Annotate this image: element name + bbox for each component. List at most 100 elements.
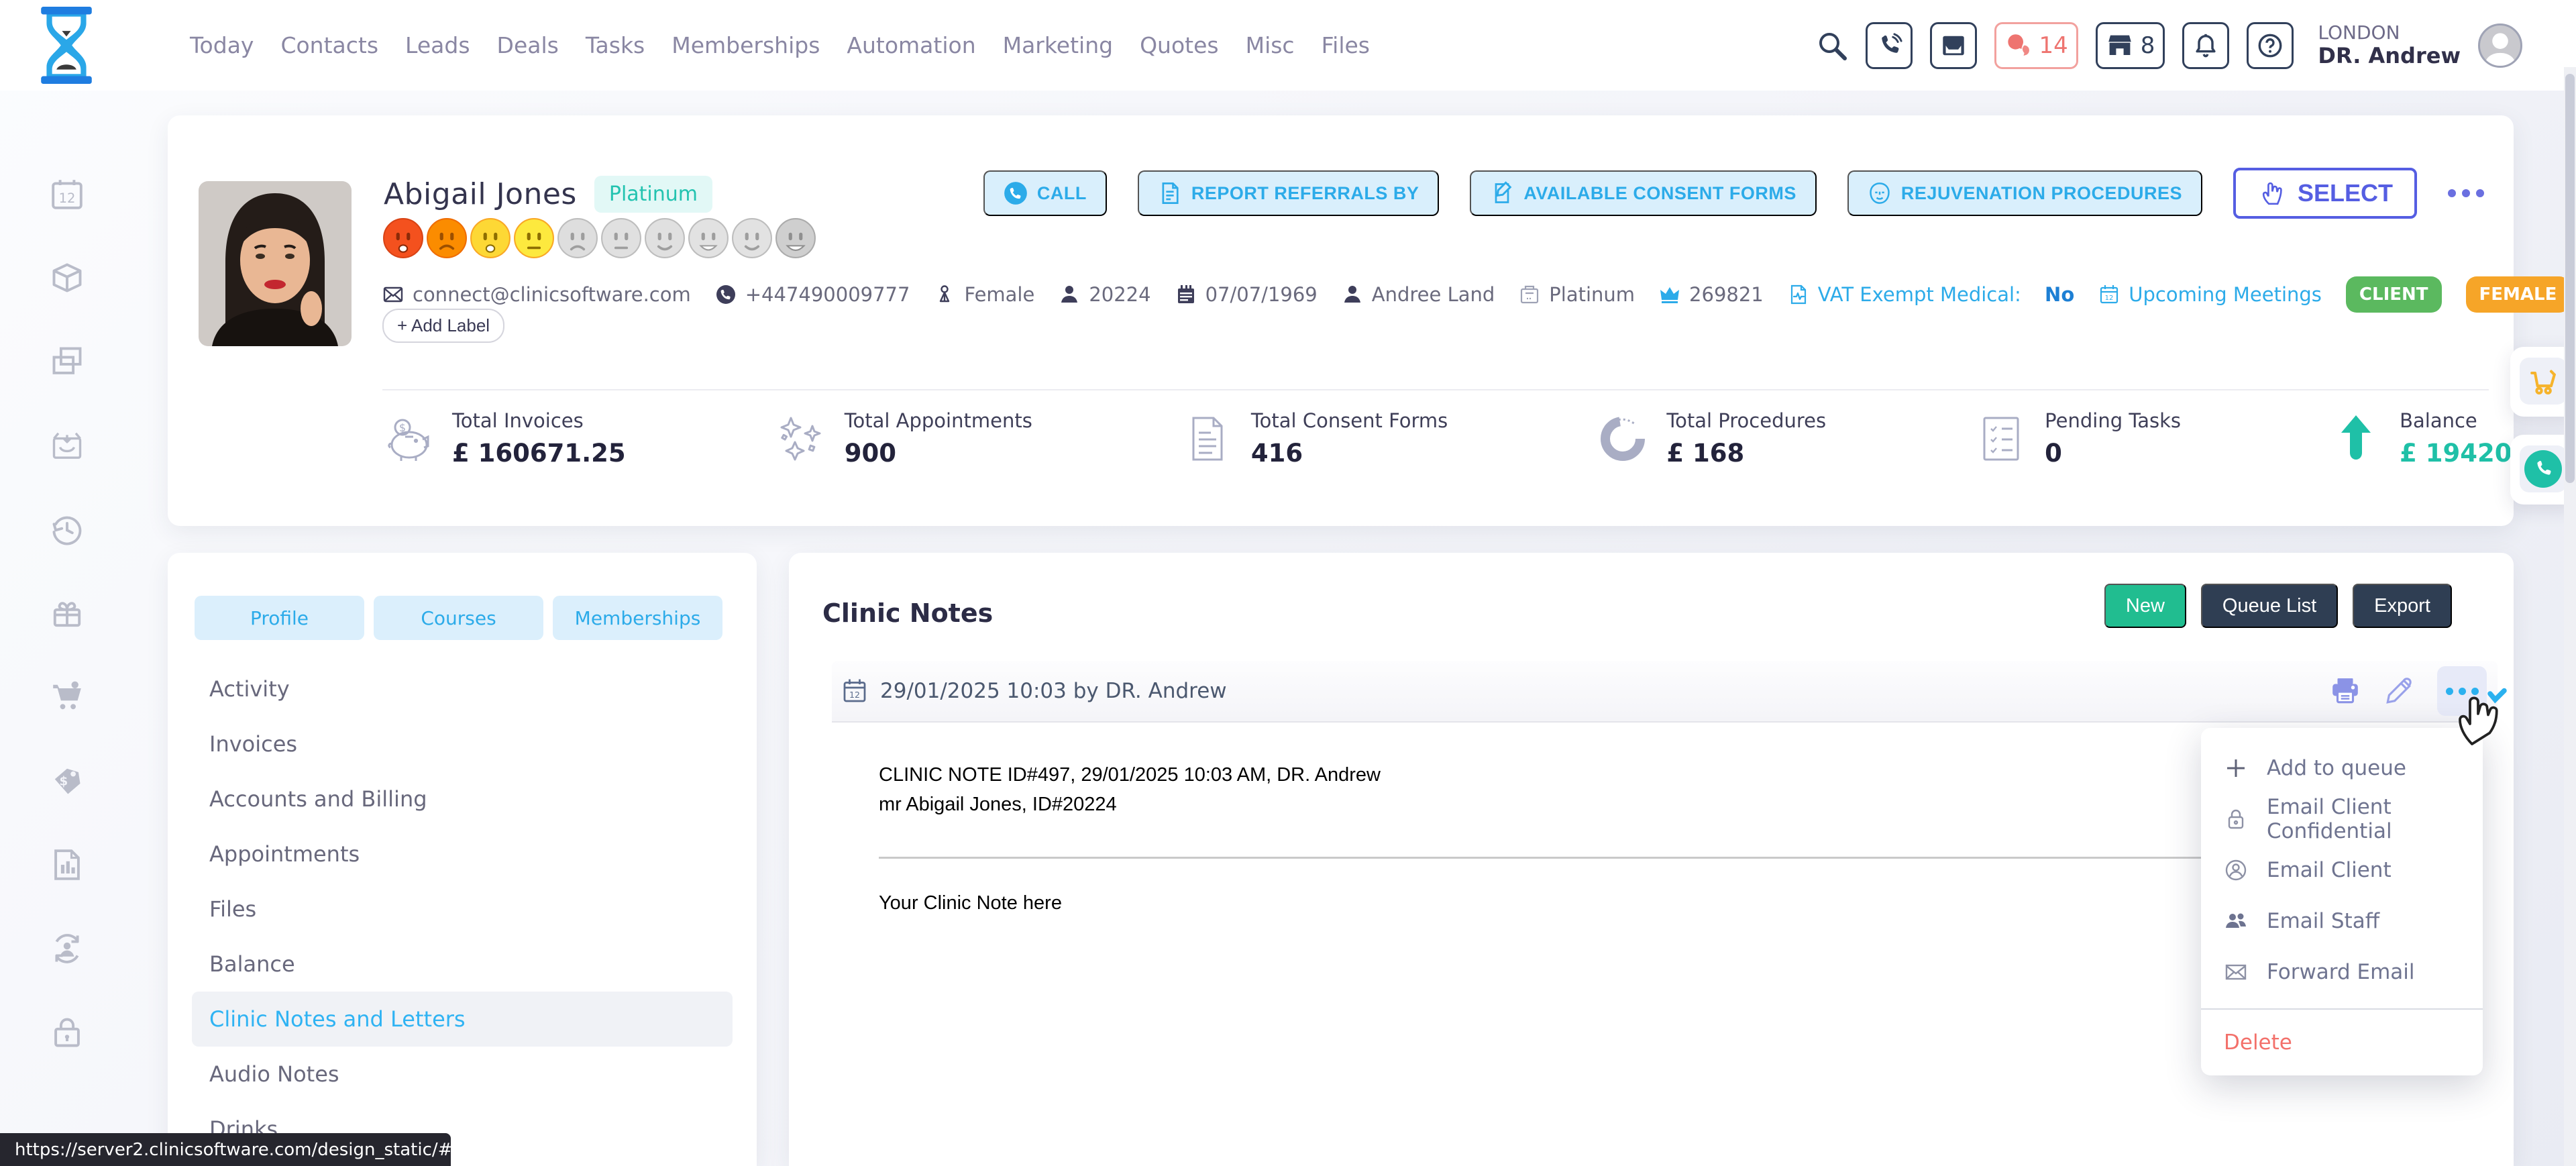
piggy-bank-icon: $ [382,413,435,465]
history-icon[interactable] [50,512,85,547]
mood-9-icon[interactable] [731,217,773,259]
call-button[interactable]: CALL [983,170,1107,216]
storefront-icon [2106,32,2134,60]
upcoming-meetings-link[interactable]: 12 Upcoming Meetings [2098,283,2322,306]
list-item-balance[interactable]: Balance [192,937,733,992]
tab-memberships[interactable]: Memberships [553,596,722,640]
nav-item-marketing[interactable]: Marketing [1003,32,1113,58]
mood-8-icon[interactable] [688,217,729,259]
note-date: 12 29/01/2025 10:03 by DR. Andrew [841,678,1227,704]
mood-1-icon[interactable] [382,217,424,259]
copy-pages-icon[interactable] [50,344,85,379]
menu-item-email-client[interactable]: Email Client [2201,845,2483,896]
patient-photo[interactable] [199,181,352,346]
mood-rating-row [382,217,816,259]
clinicsoftware-logo-icon[interactable] [39,7,94,84]
tab-courses[interactable]: Courses [374,596,543,640]
print-icon[interactable] [2330,676,2361,706]
messages-button[interactable]: 14 [1994,22,2078,69]
scrollbar-thumb[interactable] [2565,74,2575,483]
select-button[interactable]: SELECT [2233,168,2417,219]
nav-item-files[interactable]: Files [1322,32,1370,58]
phone-icon [2524,450,2562,488]
status-bar-link-preview: https://server2.clinicsoftware.com/desig… [0,1133,451,1166]
export-button[interactable]: Export [2353,584,2452,628]
menu-item-email-staff[interactable]: Email Staff [2201,896,2483,947]
search-icon[interactable] [1816,30,1848,62]
calendar-solid-icon [1175,284,1197,305]
mood-2-icon[interactable] [426,217,468,259]
donut-chart-icon [1597,413,1649,465]
available-consent-forms-button[interactable]: AVAILABLE CONSENT FORMS [1470,170,1817,216]
mood-7-icon[interactable] [644,217,686,259]
add-label-button[interactable]: + Add Label [382,309,504,343]
tab-profile[interactable]: Profile [195,596,364,640]
nav-item-tasks[interactable]: Tasks [586,32,645,58]
lock-icon[interactable] [50,1015,85,1050]
main-nav: Today Contacts Leads Deals Tasks Members… [190,0,1370,91]
list-item-activity[interactable]: Activity [192,661,733,717]
report-icon[interactable] [50,847,85,882]
list-item-accounts-billing[interactable]: Accounts and Billing [192,772,733,827]
nav-item-deals[interactable]: Deals [497,32,559,58]
new-note-button[interactable]: New [2104,584,2186,628]
mood-6-icon[interactable] [600,217,642,259]
nav-item-contacts[interactable]: Contacts [280,32,378,58]
mood-3-icon[interactable] [470,217,511,259]
nav-item-memberships[interactable]: Memberships [672,32,820,58]
customer-sync-icon[interactable] [50,931,85,966]
user-info[interactable]: LONDON DR. Andrew [2318,22,2461,68]
phone-shortcut-button[interactable] [2520,445,2567,492]
store-button[interactable]: 8 [2096,22,2165,69]
menu-item-add-to-queue[interactable]: Add to queue [2201,743,2483,794]
mood-4-icon[interactable] [513,217,555,259]
edit-icon[interactable] [2383,676,2414,706]
calendar-icon[interactable]: 12 [50,176,85,211]
phone-button[interactable] [1866,22,1913,69]
list-item-clinic-notes[interactable]: Clinic Notes and Letters [192,992,733,1047]
nav-item-leads[interactable]: Leads [405,32,470,58]
list-item-files[interactable]: Files [192,882,733,937]
dob-item: 07/07/1969 [1175,283,1318,306]
queue-list-button[interactable]: Queue List [2201,584,2338,628]
patient-card-divider [382,389,2489,390]
stat-total-procedures: Total Procedures£ 168 [1597,409,1826,468]
mood-10-icon[interactable] [775,217,816,259]
report-referrals-button[interactable]: REPORT REFERRALS BY [1138,170,1440,216]
rejuvenation-procedures-button[interactable]: REJUVENATION PROCEDURES [1847,170,2202,216]
page-scrollbar[interactable] [2564,67,2576,1166]
side-icon-rail: 12 $ [0,91,134,1166]
menu-item-email-client-confidential[interactable]: Email Client Confidential [2201,794,2483,845]
nav-item-misc[interactable]: Misc [1246,32,1295,58]
menu-item-forward-email[interactable]: Forward Email [2201,947,2483,998]
lock-icon [2224,807,2248,831]
note-more-button[interactable] [2437,666,2487,716]
gift-icon[interactable] [50,596,85,631]
cart-icon[interactable] [50,680,85,714]
menu-item-delete[interactable]: Delete [2201,1010,2483,1075]
crown-icon [1659,284,1680,305]
archive-in-icon[interactable] [50,428,85,463]
chat-bubbles-icon [2004,32,2033,60]
vat-exempt-link[interactable]: VAT Exempt Medical: No [1788,283,2074,306]
user-avatar[interactable] [2478,23,2522,68]
nav-item-quotes[interactable]: Quotes [1140,32,1219,58]
nav-item-today[interactable]: Today [190,32,254,58]
phone-item: +447490009777 [715,283,910,306]
list-item-audio-notes[interactable]: Audio Notes [192,1047,733,1102]
help-button[interactable] [2247,22,2294,69]
face-icon [1868,181,1892,205]
notifications-button[interactable] [2182,22,2229,69]
nav-item-automation[interactable]: Automation [847,32,975,58]
loyalty-item: 269821 [1659,283,1764,306]
list-item-invoices[interactable]: Invoices [192,717,733,772]
email-item: connect@clinicsoftware.com [382,283,691,306]
price-tag-icon[interactable]: $ [50,763,85,798]
mood-5-icon[interactable] [557,217,598,259]
package-icon[interactable] [50,260,85,295]
inbox-button[interactable] [1930,22,1977,69]
cart-shortcut-button[interactable] [2520,358,2567,405]
patient-more-button[interactable] [2448,189,2484,197]
location-label: LONDON [2318,22,2461,44]
list-item-appointments[interactable]: Appointments [192,827,733,882]
